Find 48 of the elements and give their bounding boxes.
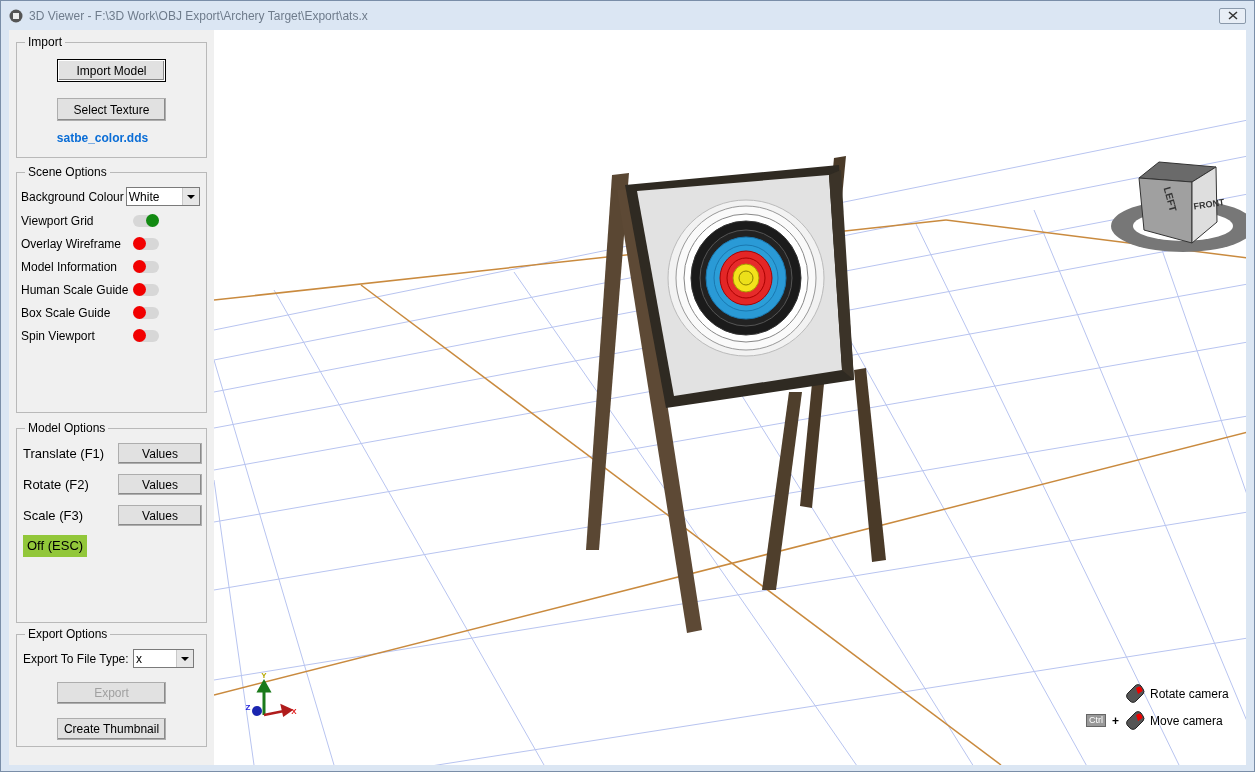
- group-title: Import: [25, 35, 65, 50]
- toggle-label: Spin Viewport: [21, 327, 96, 345]
- axis-label: Z: [245, 703, 251, 712]
- dropdown[interactable]: x: [133, 649, 194, 668]
- cube-face-label: LEFT: [1161, 185, 1179, 213]
- group-title: Export Options: [25, 627, 111, 642]
- app-icon: [9, 8, 23, 23]
- close-button[interactable]: [1219, 7, 1246, 24]
- toggle-switch[interactable]: [133, 237, 159, 250]
- values-button[interactable]: Values: [118, 474, 202, 495]
- field-label: Export To File Type:: [23, 650, 129, 668]
- toggle-label: Overlay Wireframe: [21, 235, 122, 253]
- ctrl-key: Ctrl: [1086, 714, 1106, 727]
- mode-indicator: Off (ESC): [23, 535, 88, 557]
- values-button[interactable]: Values: [118, 443, 202, 464]
- mouse-icon: [1125, 710, 1146, 731]
- axis-label: X: [291, 707, 297, 716]
- close-icon: [1227, 11, 1238, 20]
- mouse-icon: [1125, 683, 1146, 704]
- toggle-label: Box Scale Guide: [21, 304, 112, 322]
- toggle-label: Viewport Grid: [21, 212, 95, 230]
- import-button[interactable]: Select Texture: [57, 98, 166, 121]
- toggle-switch[interactable]: [133, 306, 159, 319]
- toggle-switch[interactable]: [133, 260, 159, 273]
- toggle-switch[interactable]: [133, 214, 159, 227]
- group-title: Model Options: [25, 421, 109, 436]
- import-button[interactable]: Import Model: [57, 59, 166, 82]
- option-label: Translate (F1): [23, 444, 105, 463]
- cube-face-label: FRONT: [1193, 197, 1226, 212]
- option-label: Rotate (F2): [23, 475, 89, 494]
- group-title: Scene Options: [25, 165, 110, 180]
- dropdown-arrow-icon: [186, 194, 195, 199]
- toggle-label: Human Scale Guide: [21, 281, 130, 299]
- toggle-label: Model Information: [21, 258, 119, 276]
- toggle-switch[interactable]: [133, 283, 159, 296]
- window-title: 3D Viewer - F:\3D Work\OBJ Export\Archery Target\Export\ats.x: [29, 7, 368, 25]
- dropdown-arrow-icon: [181, 656, 189, 661]
- texture-file-link[interactable]: satbe_color.dds: [56, 129, 149, 147]
- toggle-switch[interactable]: [133, 329, 159, 342]
- export-button[interactable]: Create Thumbnail: [57, 718, 166, 740]
- values-button[interactable]: Values: [118, 505, 202, 526]
- dropdown[interactable]: White: [125, 187, 200, 206]
- axis-label: Y: [261, 671, 267, 680]
- option-label: Scale (F3): [23, 506, 83, 525]
- hint-text: Move camera: [1150, 712, 1224, 730]
- field-label: Background Colour: [21, 188, 124, 206]
- hint-text: Rotate camera: [1150, 685, 1230, 703]
- plus-sign: +: [1112, 712, 1119, 730]
